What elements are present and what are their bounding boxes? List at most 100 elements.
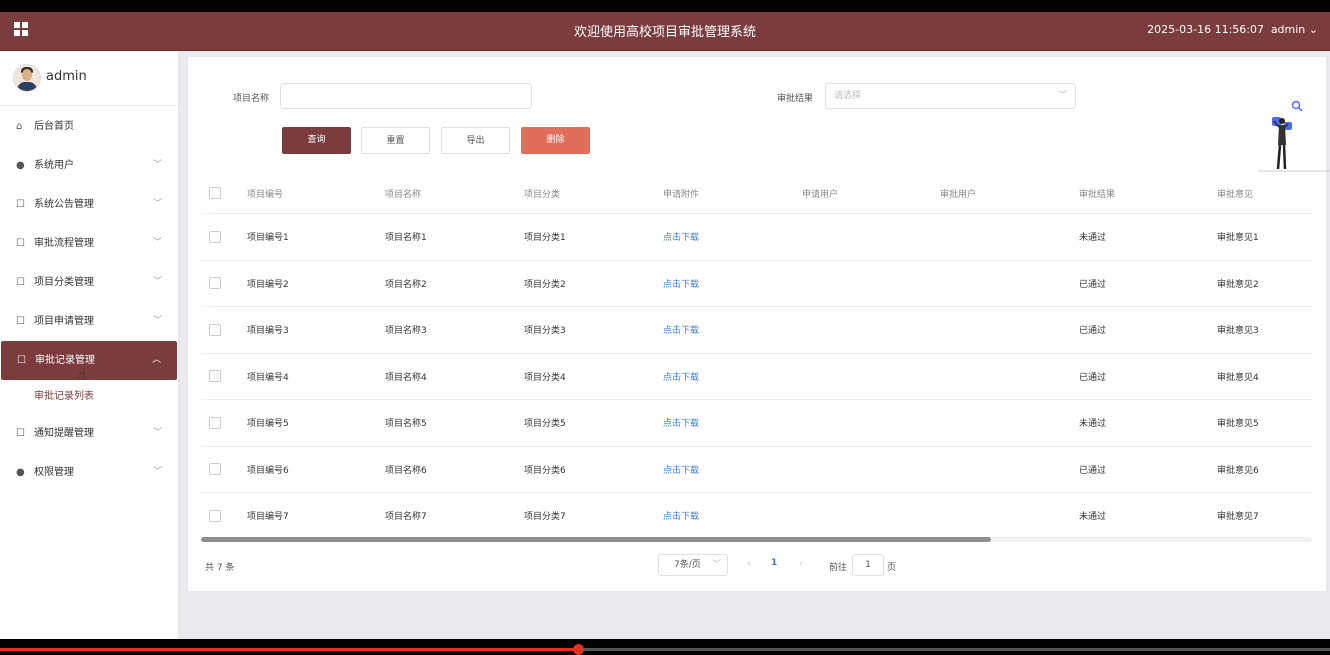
table-cell: 项目名称2 (385, 279, 427, 290)
download-link[interactable]: 点击下载 (663, 400, 699, 446)
table-cell: 项目名称1 (385, 233, 427, 244)
horizontal-scrollbar[interactable] (201, 537, 1312, 542)
user-menu-label: admin (1270, 23, 1306, 36)
table-row: 项目编号4 项目名称4 项目分类4 点击下载 已通过 审批意见4 (201, 354, 1312, 400)
download-link[interactable]: 点击下载 (663, 214, 699, 260)
sidebar-item-approval-flow[interactable]: ☐ 审批流程管理 ﹀ (0, 224, 178, 263)
download-link[interactable]: 点击下载 (663, 261, 699, 307)
sidebar-item-approval-records[interactable]: ☐ 审批记录管理 ︿ (1, 341, 177, 380)
search-illustration (1258, 100, 1330, 172)
chevron-up-icon: ︿ (151, 355, 161, 365)
table-cell: 项目名称5 (385, 419, 427, 430)
row-checkbox[interactable] (209, 277, 221, 290)
sidebar-item-label: 权限管理 (34, 467, 74, 478)
table-row: 项目编号6 项目名称6 项目分类6 点击下载 已通过 审批意见6 (201, 447, 1312, 493)
sidebar-item-label: 审批记录管理 (35, 355, 95, 366)
sidebar-item-label: 系统用户 (34, 160, 74, 171)
sidebar-item-system-users[interactable]: ● 系统用户 ﹀ (0, 146, 178, 185)
select-placeholder: 请选择 (834, 91, 862, 101)
column-header: 申请附件 (663, 189, 700, 200)
table-cell: 项目编号7 (247, 512, 289, 523)
table-cell: 审批意见6 (1217, 465, 1259, 476)
sidebar-item-home[interactable]: ⌂ 后台首页 (0, 107, 178, 146)
row-checkbox[interactable] (209, 463, 221, 476)
main-panel: 项目名称 审批结果 请选择 ﹀ 查询 重置 导出 删除 项目编号 项目名称 项目… (187, 56, 1330, 592)
table-cell: 审批意见4 (1217, 372, 1259, 383)
row-checkbox[interactable] (209, 509, 221, 522)
sidebar-item-permissions[interactable]: ● 权限管理 ﹀ (0, 453, 178, 492)
page-size-select[interactable]: 7条/页 ﹀ (658, 554, 728, 576)
table-cell: 项目分类6 (524, 465, 566, 476)
total-count: 共 7 条 (205, 563, 235, 573)
download-link[interactable]: 点击下载 (663, 307, 699, 353)
doc-icon: ☐ (16, 277, 25, 288)
doc-icon: ☐ (16, 238, 25, 249)
chevron-down-icon: ﹀ (152, 467, 162, 477)
chevron-down-icon: ⌄ (1308, 23, 1318, 36)
sidebar-user: admin (0, 51, 178, 106)
table-header: 项目编号 项目名称 项目分类 申请附件 申请用户 审批用户 审批结果 审批意见 (201, 173, 1312, 214)
doc-icon: ☐ (16, 316, 25, 327)
query-button[interactable]: 查询 (282, 127, 351, 154)
top-header: 欢迎使用高校项目审批管理系统 2025-03-16 11:56:07 admin… (0, 12, 1330, 51)
approval-result-label: 审批结果 (777, 94, 814, 104)
table-cell: 项目分类3 (524, 326, 566, 337)
table-cell: 项目编号2 (247, 279, 289, 290)
row-checkbox[interactable] (209, 323, 221, 336)
table-cell: 项目名称4 (385, 372, 427, 383)
table-cell: 审批意见2 (1217, 279, 1259, 290)
row-checkbox[interactable] (209, 230, 221, 243)
table-cell: 已通过 (1079, 465, 1107, 476)
prev-page-icon[interactable]: ‹ (747, 559, 751, 569)
reset-button[interactable]: 重置 (361, 127, 430, 154)
sidebar: admin ⌂ 后台首页 ● 系统用户 ﹀ ☐ 系统公告管理 ﹀ ☐ 审批流程管… (0, 51, 179, 639)
datetime-display: 2025-03-16 11:56:07 (1147, 23, 1264, 36)
download-link[interactable]: 点击下载 (663, 354, 699, 400)
goto-page-input[interactable]: 1 (852, 554, 884, 576)
sidebar-item-project-application[interactable]: ☐ 项目申请管理 ﹀ (0, 302, 178, 341)
sidebar-item-label: 通知提醒管理 (34, 428, 94, 439)
chevron-down-icon: ﹀ (152, 238, 162, 248)
table-row: 项目编号2 项目名称2 项目分类2 点击下载 已通过 审批意见2 (201, 261, 1312, 307)
page-title: 欢迎使用高校项目审批管理系统 (573, 25, 756, 40)
page-number[interactable]: 1 (771, 558, 777, 568)
row-checkbox[interactable] (209, 370, 221, 383)
sidebar-item-project-category[interactable]: ☐ 项目分类管理 ﹀ (0, 263, 178, 302)
table-cell: 已通过 (1079, 326, 1107, 337)
export-button[interactable]: 导出 (441, 127, 510, 154)
column-header: 项目名称 (385, 189, 422, 200)
table-cell: 已通过 (1079, 372, 1107, 383)
chevron-down-icon: ﹀ (152, 160, 162, 170)
user-menu[interactable]: admin ⌄ (1271, 23, 1318, 36)
delete-button[interactable]: 删除 (521, 127, 590, 154)
download-link[interactable]: 点击下载 (663, 493, 699, 539)
chevron-down-icon: ﹀ (711, 560, 721, 570)
project-name-input[interactable] (280, 83, 532, 109)
select-all-checkbox[interactable] (209, 187, 221, 199)
approval-result-select[interactable]: 请选择 ﹀ (825, 83, 1076, 109)
chevron-down-icon: ﹀ (152, 277, 162, 287)
doc-icon: ☐ (16, 199, 25, 210)
chevron-down-icon: ﹀ (1057, 91, 1067, 101)
download-link[interactable]: 点击下载 (663, 447, 699, 493)
goto-unit-label: 页 (887, 563, 897, 573)
table-cell: 审批意见7 (1217, 512, 1259, 523)
sidebar-item-label: 审批流程管理 (34, 238, 94, 249)
sidebar-subitem-approval-list[interactable]: 审批记录列表 (0, 380, 178, 414)
row-checkbox[interactable] (209, 416, 221, 429)
scrollbar-thumb[interactable] (201, 537, 991, 542)
progress-knob[interactable] (573, 644, 584, 655)
sidebar-item-notifications[interactable]: ☐ 通知提醒管理 ﹀ (0, 414, 178, 453)
sidebar-item-announcements[interactable]: ☐ 系统公告管理 ﹀ (0, 185, 178, 224)
table-cell: 审批意见3 (1217, 326, 1259, 337)
column-header: 审批意见 (1217, 189, 1254, 200)
sidebar-item-label: 项目分类管理 (34, 277, 94, 288)
table-cell: 项目分类7 (524, 512, 566, 523)
next-page-icon[interactable]: › (799, 559, 803, 569)
table-cell: 未通过 (1079, 233, 1107, 244)
table-cell: 项目分类5 (524, 419, 566, 430)
sidebar-item-label: 系统公告管理 (34, 199, 94, 210)
table-row: 项目编号7 项目名称7 项目分类7 点击下载 未通过 审批意见7 (201, 493, 1312, 540)
chevron-down-icon: ﹀ (152, 316, 162, 326)
table-cell: 项目名称7 (385, 512, 427, 523)
